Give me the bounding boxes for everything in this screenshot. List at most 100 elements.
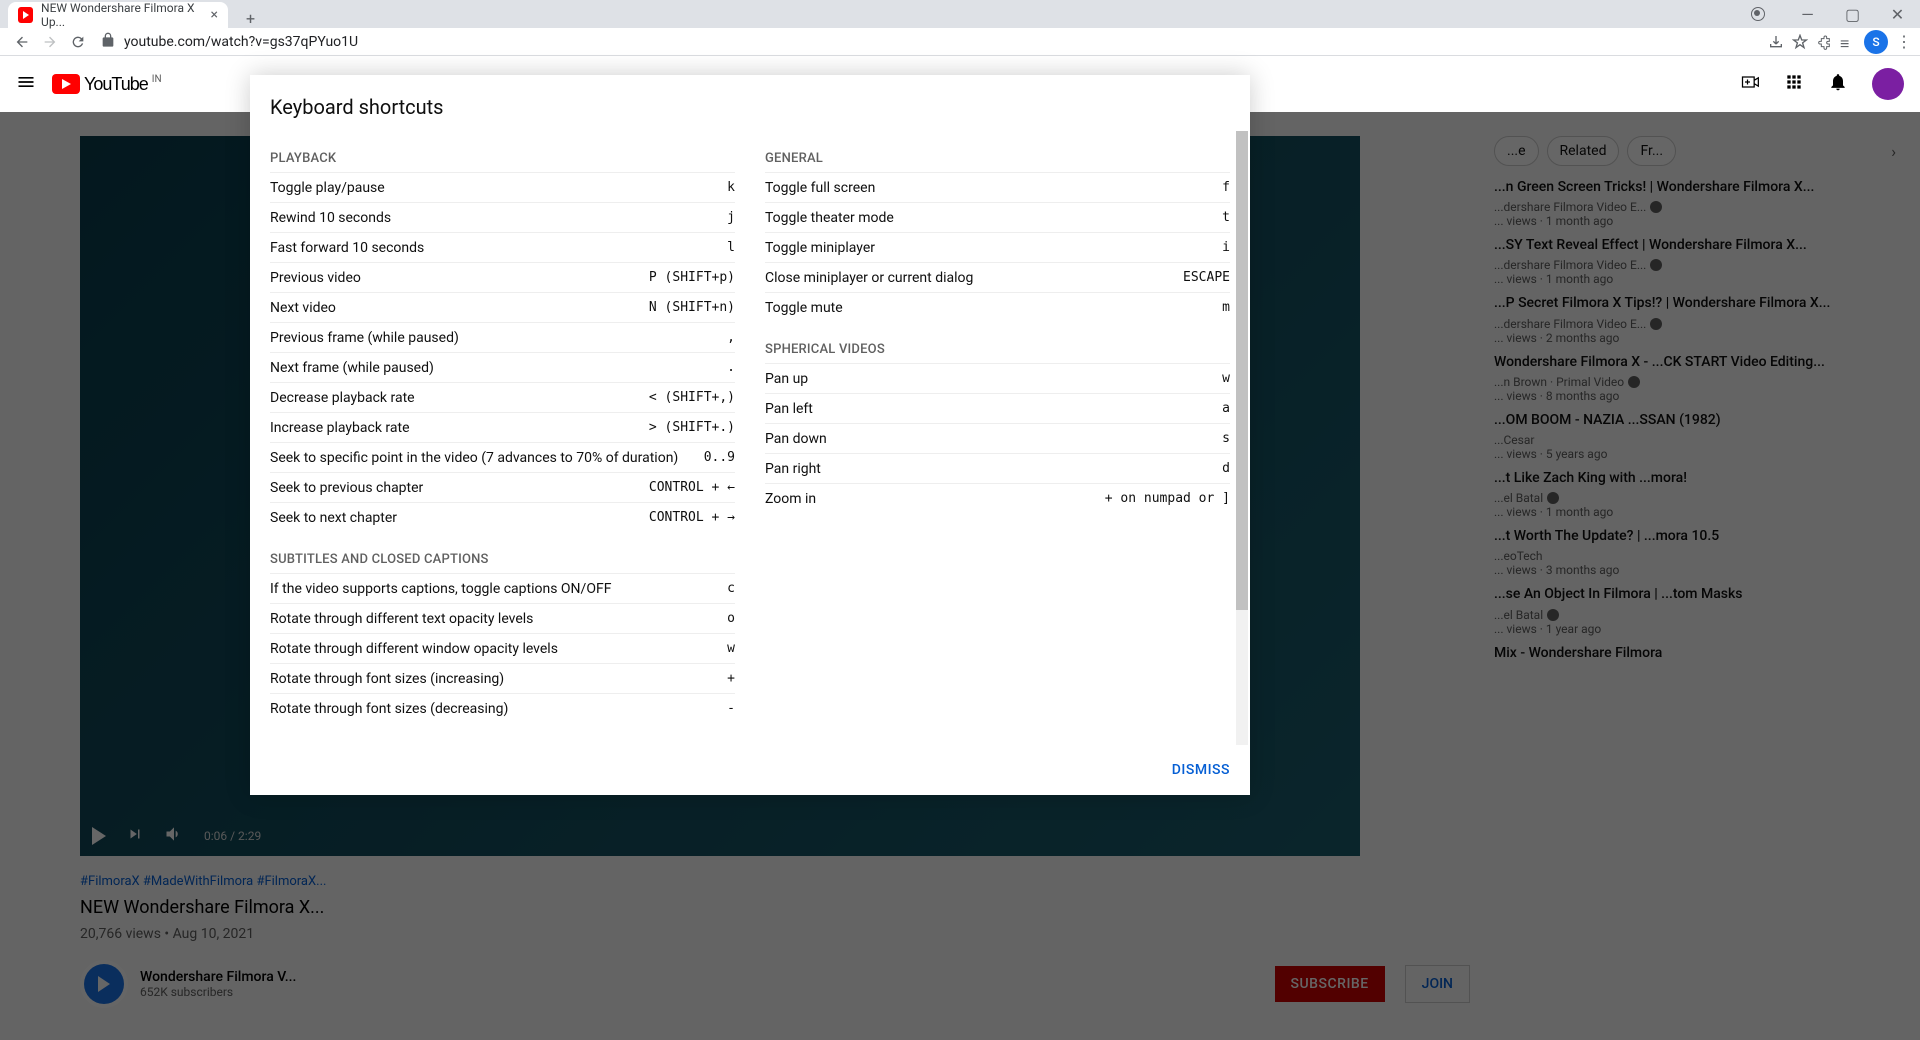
dialog-body[interactable]: PLAYBACKToggle play/pausekRewind 10 seco… (250, 131, 1250, 745)
shortcut-label: Seek to next chapter (270, 510, 649, 526)
shortcut-label: Rotate through font sizes (decreasing) (270, 701, 727, 717)
section-title: SUBTITLES AND CLOSED CAPTIONS (270, 552, 735, 567)
window-controls: — ▢ ✕ (1751, 0, 1920, 28)
shortcut-row: Rotate through font sizes (increasing)+ (270, 663, 735, 693)
shortcut-key: k (727, 180, 735, 195)
shortcut-row: Rotate through font sizes (decreasing)- (270, 693, 735, 723)
shortcut-label: Pan right (765, 461, 1222, 477)
shortcut-row: Rotate through different text opacity le… (270, 603, 735, 633)
shortcut-key: N (SHIFT+n) (649, 300, 735, 315)
forward-button[interactable] (36, 28, 64, 56)
maximize-button[interactable]: ▢ (1830, 0, 1875, 28)
shortcut-row: Seek to next chapterCONTROL + → (270, 502, 735, 532)
shortcut-label: Toggle mute (765, 300, 1222, 316)
shortcut-key: a (1222, 401, 1230, 416)
shortcut-row: Increase playback rate> (SHIFT+.) (270, 412, 735, 442)
star-icon[interactable] (1792, 34, 1808, 50)
shortcut-key: w (1222, 371, 1230, 386)
shortcut-row: Decrease playback rate< (SHIFT+,) (270, 382, 735, 412)
youtube-logo-icon (52, 74, 80, 94)
create-icon[interactable] (1740, 72, 1760, 96)
youtube-logo[interactable]: YouTube IN (52, 74, 162, 95)
shortcut-row: Next videoN (SHIFT+n) (270, 292, 735, 322)
shortcut-key: ESCAPE (1183, 270, 1230, 285)
shortcut-label: Rewind 10 seconds (270, 210, 727, 226)
shortcut-key: - (727, 701, 735, 716)
shortcut-row: Toggle mutem (765, 292, 1230, 322)
account-icon[interactable] (1751, 7, 1765, 21)
tab-title: NEW Wondershare Filmora X Up... (41, 1, 210, 29)
shortcut-row: Toggle miniplayeri (765, 232, 1230, 262)
shortcut-label: Toggle play/pause (270, 180, 727, 196)
shortcut-label: Rotate through font sizes (increasing) (270, 671, 727, 687)
shortcut-row: Seek to specific point in the video (7 a… (270, 442, 735, 472)
back-button[interactable] (8, 28, 36, 56)
shortcut-label: Increase playback rate (270, 420, 649, 436)
shortcut-key: c (727, 581, 735, 596)
shortcut-key: t (1222, 210, 1230, 225)
notifications-icon[interactable] (1828, 72, 1848, 96)
shortcut-key: o (727, 611, 735, 626)
shortcuts-column-right: GENERAL Toggle full screenf Toggle theater… (765, 131, 1230, 725)
reload-button[interactable] (64, 28, 92, 56)
shortcut-label: Seek to previous chapter (270, 480, 649, 496)
dismiss-button[interactable]: DISMISS (1172, 762, 1230, 778)
scrollbar-thumb[interactable] (1236, 131, 1248, 610)
shortcut-label: Toggle full screen (765, 180, 1222, 196)
shortcut-label: Zoom in (765, 491, 1105, 507)
shortcut-row: Toggle theater modet (765, 202, 1230, 232)
address-bar[interactable]: youtube.com/watch?v=gs37qPYuo1U (100, 32, 1760, 52)
shortcut-row: Close miniplayer or current dialogESCAPE (765, 262, 1230, 292)
shortcut-row: Rotate through different window opacity … (270, 633, 735, 663)
shortcut-key: > (SHIFT+.) (649, 420, 735, 435)
shortcut-key: f (1222, 180, 1230, 195)
section-title: SPHERICAL VIDEOS (765, 342, 1230, 357)
hamburger-icon[interactable] (16, 72, 36, 96)
profile-avatar[interactable]: S (1864, 30, 1888, 54)
shortcut-label: Fast forward 10 seconds (270, 240, 727, 256)
shortcut-key: CONTROL + → (649, 510, 735, 525)
reading-list-icon[interactable]: ≡ (1840, 34, 1856, 50)
shortcut-row: Pan upw (765, 363, 1230, 393)
shortcut-key: d (1222, 461, 1230, 476)
keyboard-shortcuts-dialog: Keyboard shortcuts PLAYBACKToggle play/p… (250, 75, 1250, 795)
browser-tab[interactable]: NEW Wondershare Filmora X Up... × (8, 2, 228, 28)
shortcut-row: Pan downs (765, 423, 1230, 453)
shortcut-label: Seek to specific point in the video (7 a… (270, 450, 704, 466)
extensions-icon[interactable] (1816, 34, 1832, 50)
shortcut-label: Toggle miniplayer (765, 240, 1222, 256)
shortcut-row: Pan rightd (765, 453, 1230, 483)
shortcut-key: 0..9 (704, 450, 735, 465)
minimize-button[interactable]: — (1785, 0, 1830, 28)
shortcut-label: Previous video (270, 270, 649, 286)
tab-close-icon[interactable]: × (211, 7, 218, 23)
shortcut-key: i (1222, 240, 1230, 255)
shortcut-label: Pan up (765, 371, 1222, 387)
browser-menu-icon[interactable]: ⋮ (1896, 32, 1912, 51)
shortcut-key: < (SHIFT+,) (649, 390, 735, 405)
lock-icon (100, 32, 116, 52)
apps-icon[interactable] (1784, 72, 1804, 96)
shortcut-row: Rewind 10 secondsj (270, 202, 735, 232)
user-avatar[interactable] (1872, 68, 1904, 100)
close-window-button[interactable]: ✕ (1875, 0, 1920, 28)
shortcut-row: Zoom in+ on numpad or ] (765, 483, 1230, 513)
shortcut-key: w (727, 641, 735, 656)
shortcut-row: Previous frame (while paused), (270, 322, 735, 352)
browser-toolbar: youtube.com/watch?v=gs37qPYuo1U ≡ S ⋮ (0, 28, 1920, 56)
install-icon[interactable] (1768, 34, 1784, 50)
youtube-logo-text: YouTube (84, 74, 148, 95)
shortcut-key: s (1222, 431, 1230, 446)
shortcut-row: If the video supports captions, toggle c… (270, 573, 735, 603)
shortcut-row: Fast forward 10 secondsl (270, 232, 735, 262)
new-tab-button[interactable]: + (238, 9, 263, 28)
youtube-favicon (18, 7, 33, 23)
shortcut-key: . (727, 360, 735, 375)
shortcut-label: Pan left (765, 401, 1222, 417)
shortcut-key: P (SHIFT+p) (649, 270, 735, 285)
section-title: PLAYBACK (270, 151, 735, 166)
shortcut-row: Toggle play/pausek (270, 172, 735, 202)
shortcut-key: + on numpad or ] (1105, 491, 1230, 506)
shortcuts-column-left: PLAYBACKToggle play/pausekRewind 10 seco… (270, 131, 735, 725)
section-title: GENERAL (765, 151, 1230, 166)
